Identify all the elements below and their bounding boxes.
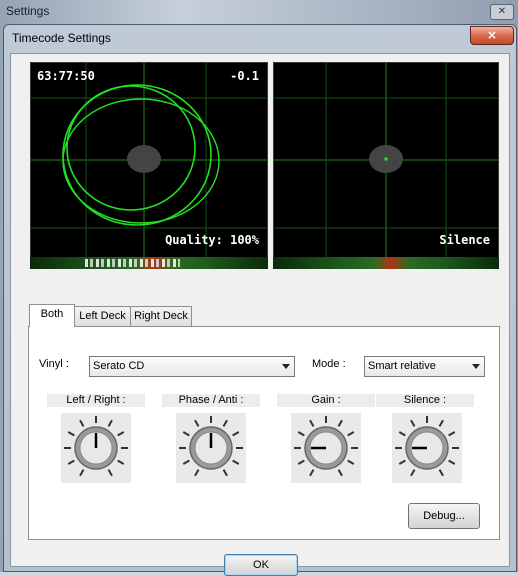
- silence-knob-label: Silence :: [376, 394, 474, 407]
- left-scope-quality: Quality: 100%: [165, 233, 259, 247]
- background-window-title: Settings: [6, 4, 50, 18]
- knob-tick: [398, 431, 406, 437]
- mode-select[interactable]: Smart relative: [364, 356, 485, 377]
- knob-graphic: [64, 416, 128, 477]
- left-signal-noise: [85, 259, 180, 267]
- knob-tick: [410, 419, 416, 427]
- mode-select-value: Smart relative: [368, 360, 436, 372]
- left-signal-strip: [30, 257, 268, 269]
- left-right-knob-label: Left / Right :: [47, 394, 145, 407]
- dialog-client-area: 63:77:50 -0.1 Quality: 100% Silence Both…: [10, 53, 510, 576]
- knob-tick: [107, 469, 113, 477]
- close-button[interactable]: ×: [470, 26, 514, 45]
- knob-tick: [410, 469, 416, 477]
- left-right-knob[interactable]: [61, 413, 131, 483]
- close-icon: ×: [486, 28, 498, 42]
- right-signal-strip: [273, 257, 499, 269]
- vinyl-label: Vinyl :: [39, 358, 69, 370]
- knob-tick: [117, 459, 125, 465]
- knob-tick: [67, 459, 75, 465]
- knob-tick: [194, 469, 200, 477]
- knob-tick: [79, 419, 85, 427]
- knob-graphic: [395, 416, 459, 477]
- silence-knob[interactable]: [392, 413, 462, 483]
- phase-anti-knob[interactable]: [176, 413, 246, 483]
- chevron-down-icon: [472, 364, 480, 369]
- knob-tick: [438, 419, 444, 427]
- knob-tick: [107, 419, 113, 427]
- timecode-settings-dialog: Timecode Settings × 63:77:50 -0.1 Qualit…: [3, 24, 517, 576]
- knob-graphic: [179, 416, 243, 477]
- tab-left-deck-label: Left Deck: [79, 310, 126, 322]
- right-timecode-scope: Silence: [273, 62, 499, 258]
- tab-right-deck-label: Right Deck: [134, 310, 188, 322]
- knob-tick: [79, 469, 85, 477]
- dialog-title: Timecode Settings: [12, 31, 111, 45]
- knob-tick: [337, 419, 343, 427]
- left-timecode-scope: 63:77:50 -0.1 Quality: 100%: [30, 62, 268, 258]
- knob-tick: [347, 459, 355, 465]
- vinyl-select-value: Serato CD: [93, 360, 145, 372]
- knob-tick: [232, 459, 240, 465]
- knob-tick: [222, 419, 228, 427]
- knob-tick: [448, 459, 456, 465]
- knob-tick: [398, 459, 406, 465]
- knob-tick: [297, 431, 305, 437]
- knob-tick: [232, 431, 240, 437]
- ok-button[interactable]: OK: [224, 554, 298, 576]
- knob-tick: [337, 469, 343, 477]
- knob-tick: [222, 469, 228, 477]
- debug-button[interactable]: Debug...: [408, 503, 480, 529]
- mode-label: Mode :: [312, 358, 346, 370]
- vinyl-select[interactable]: Serato CD: [89, 356, 295, 377]
- background-close-icon[interactable]: ✕: [490, 4, 514, 20]
- gain-knob-label: Gain :: [277, 394, 375, 407]
- right-scope-graphic: [274, 63, 498, 257]
- left-scope-timecode: 63:77:50: [37, 69, 95, 83]
- tab-both-label: Both: [40, 308, 64, 320]
- tab-panel-both: Vinyl : Serato CD Mode : Smart relative …: [28, 326, 500, 540]
- tab-both[interactable]: Both: [29, 304, 75, 327]
- knob-tick: [309, 469, 315, 477]
- left-scope-offset: -0.1: [230, 69, 259, 83]
- gain-knob[interactable]: [291, 413, 361, 483]
- knob-tick: [67, 431, 75, 437]
- knob-tick: [347, 431, 355, 437]
- phase-anti-knob-label: Phase / Anti :: [162, 394, 260, 407]
- knob-tick: [194, 419, 200, 427]
- knob-tick: [297, 459, 305, 465]
- knob-tick: [309, 419, 315, 427]
- knob-tick: [182, 431, 190, 437]
- tab-left-deck[interactable]: Left Deck: [74, 306, 131, 326]
- right-scope-status: Silence: [439, 233, 490, 247]
- knob-tick: [438, 469, 444, 477]
- chevron-down-icon: [282, 364, 290, 369]
- knob-tick: [448, 431, 456, 437]
- left-scope-graphic: [31, 63, 267, 257]
- knob-graphic: [294, 416, 358, 477]
- knob-tick: [117, 431, 125, 437]
- tab-right-deck[interactable]: Right Deck: [130, 306, 192, 326]
- knob-tick: [182, 459, 190, 465]
